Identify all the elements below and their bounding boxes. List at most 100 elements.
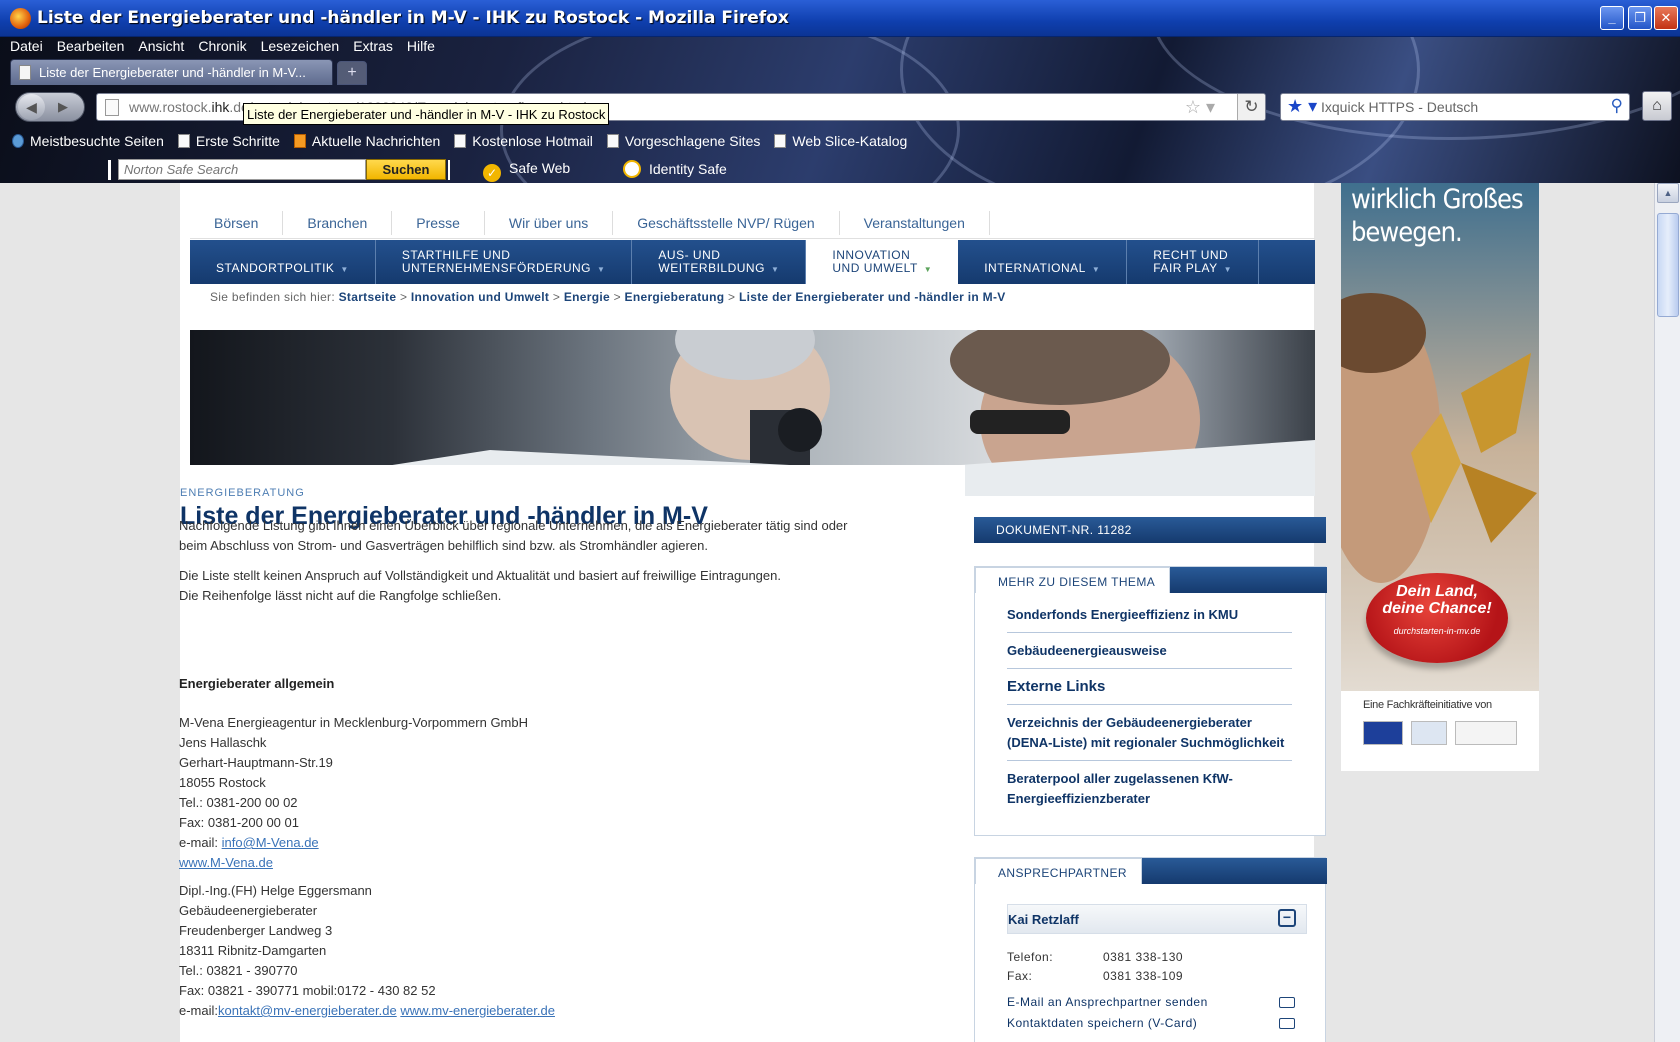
link-externe-links[interactable]: Externe Links: [1007, 669, 1292, 705]
contact-name: Kai Retzlaff: [1008, 912, 1079, 927]
nav-label: RECHT UND: [1153, 248, 1229, 262]
minimize-button[interactable]: _: [1600, 6, 1624, 30]
nav-label: FAIR PLAY: [1153, 261, 1218, 275]
intro-paragraph-1: Nachfolgende Listung gibt Ihnen einen Üb…: [179, 516, 939, 556]
maximize-button[interactable]: ❐: [1628, 6, 1652, 30]
badge-url: durchstarten-in-mv.de: [1393, 626, 1481, 636]
norton-search-button[interactable]: Suchen: [366, 159, 446, 180]
more-links: Sonderfonds Energieeffizienz in KMU Gebä…: [1007, 597, 1292, 816]
bookmark-nachrichten[interactable]: Aktuelle Nachrichten: [293, 133, 441, 153]
phone-value: 0381 338-130: [1103, 950, 1184, 964]
bookmark-erste-schritte[interactable]: Erste Schritte: [177, 133, 280, 153]
topnav-veranstaltungen[interactable]: Veranstaltungen: [840, 211, 990, 235]
scrollbar-thumb[interactable]: [1657, 213, 1679, 317]
topnav-boersen[interactable]: Börsen: [190, 211, 284, 235]
nav-recht-fairplay[interactable]: RECHT UND FAIR PLAY ▼: [1127, 240, 1259, 284]
chevron-down-icon: ▼: [340, 265, 349, 274]
topnav-geschaeftsstelle[interactable]: Geschäftsstelle NVP/ Rügen: [613, 211, 840, 235]
nav-label: INTERNATIONAL: [984, 261, 1086, 275]
nav-aus-weiterbildung[interactable]: AUS- UND WEITERBILDUNG ▼: [632, 240, 807, 284]
search-folder-icon: [12, 134, 24, 148]
box-header: MEHR ZU DIESEM THEMA: [975, 567, 1327, 593]
text-line: beim Abschluss von Strom- und Gasverträg…: [179, 538, 708, 553]
menu-bar: Datei Bearbeiten Ansicht Chronik Lesezei…: [10, 38, 435, 58]
nav-label: WEITERBILDUNG: [658, 261, 765, 275]
collapse-icon[interactable]: −: [1278, 909, 1296, 927]
website-link[interactable]: www.mv-energieberater.de: [400, 1003, 555, 1018]
nav-international[interactable]: INTERNATIONAL ▼: [958, 240, 1128, 284]
bookmark-label: Aktuelle Nachrichten: [311, 133, 441, 149]
menu-ansicht[interactable]: Ansicht: [138, 38, 184, 58]
advertisement[interactable]: wirklich Großes bewegen. Dein Land, deine…: [1341, 183, 1539, 771]
mail-contact-link[interactable]: E-Mail an Ansprechpartner senden: [1007, 995, 1307, 1009]
bookmark-meistbesuchte[interactable]: Meistbesuchte Seiten: [12, 133, 164, 153]
link-kfw-beraterpool[interactable]: Beraterpool aller zugelassenen KfW-Energ…: [1007, 761, 1292, 816]
bookmark-webslice[interactable]: Web Slice-Katalog: [774, 133, 907, 153]
email-link[interactable]: kontakt@mv-energieberater.de: [218, 1003, 397, 1018]
menu-chronik[interactable]: Chronik: [198, 38, 246, 58]
text-line: Dipl.-Ing.(FH) Helge Eggersmann: [179, 883, 372, 898]
menu-extras[interactable]: Extras: [353, 38, 393, 58]
bookmark-vorgeschlagene[interactable]: Vorgeschlagene Sites: [606, 133, 760, 153]
mv-logo-icon: [1455, 721, 1517, 745]
identity-safe-button[interactable]: Identity Safe: [623, 160, 727, 178]
nav-standortpolitik[interactable]: STANDORTPOLITIK ▼: [190, 240, 376, 284]
checkmark-icon: ✓: [483, 164, 501, 182]
norton-search-input[interactable]: [118, 159, 366, 180]
hero-cutout: [190, 465, 965, 505]
menu-hilfe[interactable]: Hilfe: [407, 38, 435, 58]
text-line: Gebäudeenergieberater: [179, 903, 318, 918]
close-button[interactable]: ✕: [1654, 6, 1678, 30]
page-icon: [606, 134, 619, 148]
email-link[interactable]: info@M-Vena.de: [222, 835, 319, 850]
vertical-scrollbar[interactable]: ▲: [1654, 183, 1680, 1042]
ad-badge: Dein Land, deine Chance! durchstarten-in…: [1366, 573, 1508, 663]
vcard-link[interactable]: Kontaktdaten speichern (V-Card): [1007, 1016, 1307, 1030]
nav-starthilfe[interactable]: STARTHILFE UND UNTERNEHMENSFÖRDERUNG ▼: [376, 240, 633, 284]
safe-web-button[interactable]: ✓ Safe Web: [483, 160, 570, 182]
contact-person[interactable]: Kai Retzlaff −: [1007, 904, 1307, 934]
website-link[interactable]: www.M-Vena.de: [179, 855, 273, 870]
contact-box: ANSPRECHPARTNER Kai Retzlaff − Telefon: 0…: [974, 857, 1327, 1042]
nav-label: AUS- UND: [658, 248, 721, 262]
more-topic-box: MEHR ZU DIESEM THEMA Sonderfonds Energie…: [974, 566, 1327, 836]
intro-paragraph-2: Die Liste stellt keinen Anspruch auf Vol…: [179, 566, 939, 606]
text-line: Jens Hallaschk: [179, 735, 267, 750]
bookmark-hotmail[interactable]: Kostenlose Hotmail: [454, 133, 593, 153]
back-arrow-icon[interactable]: ◀: [18, 94, 45, 120]
text-line: Die Liste stellt keinen Anspruch auf Vol…: [179, 568, 781, 583]
breadcrumb-item[interactable]: Innovation und Umwelt: [411, 290, 549, 304]
search-bar[interactable]: ★ ▾ Ixquick HTTPS - Deutsch ⚲: [1280, 93, 1630, 121]
lock-icon: [623, 160, 641, 178]
search-engine-icon[interactable]: ★ ▾: [1287, 96, 1317, 117]
breadcrumb-item[interactable]: Energieberatung: [625, 290, 725, 304]
nav-innovation-umwelt[interactable]: INNOVATION UND UMWELT ▼: [806, 240, 959, 284]
forward-arrow-icon[interactable]: ▶: [58, 99, 68, 115]
text-line: e-mail:: [179, 1003, 219, 1018]
page-icon: [454, 134, 467, 148]
menu-bearbeiten[interactable]: Bearbeiten: [57, 38, 125, 58]
magnifier-icon[interactable]: ⚲: [1611, 96, 1623, 116]
bookmark-star-icon[interactable]: ☆ ▾: [1185, 97, 1215, 118]
topnav-wir-ueber-uns[interactable]: Wir über uns: [485, 211, 614, 235]
home-icon[interactable]: ⌂: [1642, 91, 1672, 121]
page-icon: [177, 134, 190, 148]
new-tab-button[interactable]: +: [337, 61, 367, 85]
ad-line: bewegen.: [1351, 217, 1463, 248]
topnav-branchen[interactable]: Branchen: [283, 211, 393, 235]
menu-lesezeichen[interactable]: Lesezeichen: [261, 38, 340, 58]
link-gebaeudeenergieausweise[interactable]: Gebäudeenergieausweise: [1007, 633, 1292, 669]
chevron-down-icon: ▼: [597, 265, 606, 274]
topnav-presse[interactable]: Presse: [392, 211, 485, 235]
link-dena-liste[interactable]: Verzeichnis der Gebäudeenergieberater (D…: [1007, 705, 1292, 761]
breadcrumb-item[interactable]: Startseite: [339, 290, 397, 304]
browser-tab[interactable]: Liste der Energieberater und -händler in…: [10, 59, 333, 85]
menu-datei[interactable]: Datei: [10, 38, 43, 58]
reload-icon[interactable]: ↻: [1237, 94, 1265, 120]
breadcrumb-item[interactable]: Liste der Energieberater und -händler in…: [739, 290, 1006, 304]
scroll-up-arrow-icon[interactable]: ▲: [1657, 183, 1679, 203]
breadcrumb-item[interactable]: Energie: [564, 290, 610, 304]
ad-illustration: [1341, 293, 1537, 583]
page-content: Börsen Branchen Presse Wir über uns Gesc…: [10, 183, 1664, 1042]
link-sonderfonds[interactable]: Sonderfonds Energieeffizienz in KMU: [1007, 597, 1292, 633]
